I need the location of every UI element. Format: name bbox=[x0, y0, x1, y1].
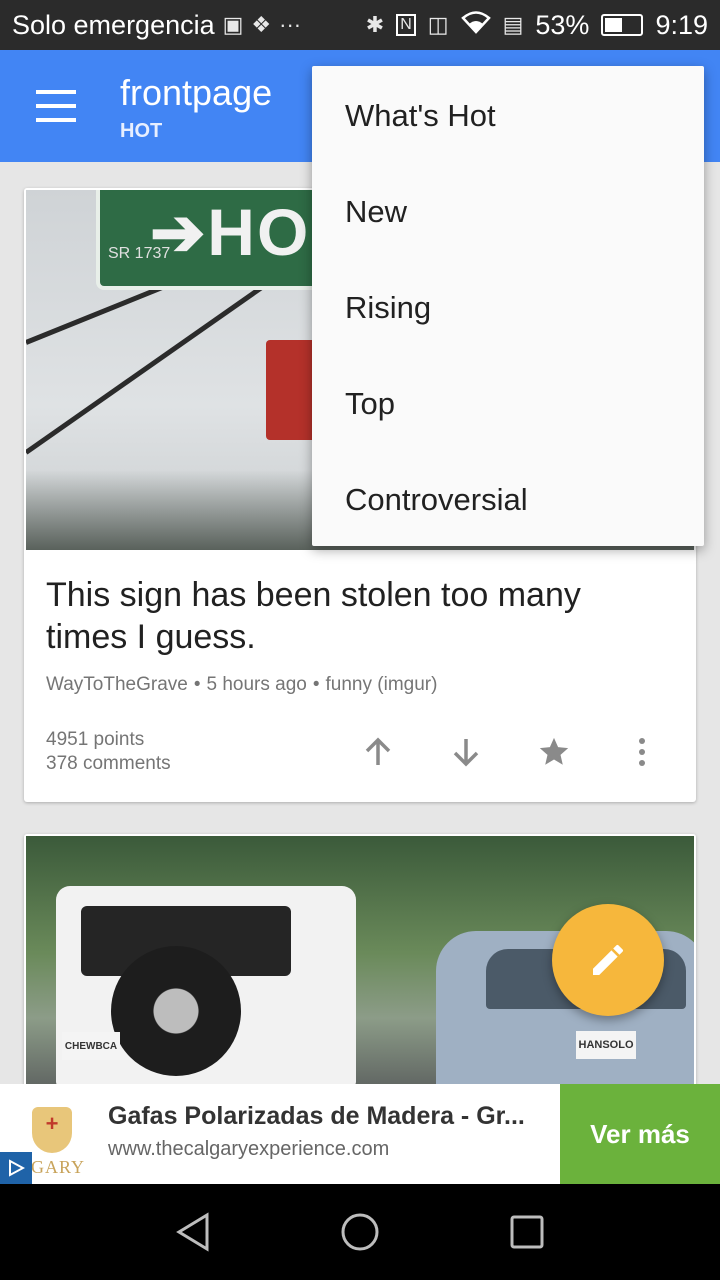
ad-choices-icon[interactable] bbox=[0, 1152, 32, 1184]
sort-option-new[interactable]: New bbox=[312, 164, 704, 260]
overflow-menu-icon[interactable] bbox=[618, 728, 666, 776]
sort-dropdown: What's Hot New Rising Top Controversial bbox=[312, 66, 704, 546]
ad-url[interactable]: www.thecalgaryexperience.com bbox=[108, 1138, 389, 1161]
wire bbox=[26, 278, 274, 455]
battery-icon bbox=[601, 14, 644, 36]
recents-icon[interactable] bbox=[497, 1202, 557, 1262]
post-title[interactable]: This sign has been stolen too many times… bbox=[46, 574, 666, 658]
spare-tire bbox=[111, 946, 241, 1076]
status-left: Solo emergencia ▣ ❖ ··· bbox=[12, 10, 366, 41]
ad-banner[interactable]: LGARY Gafas Polarizadas de Madera - Gr..… bbox=[0, 1084, 720, 1184]
sign-subtext: SR 1737 bbox=[108, 245, 171, 262]
clock: 9:19 bbox=[655, 9, 708, 40]
post-time: 5 hours ago bbox=[206, 674, 307, 695]
post-actions bbox=[354, 728, 666, 776]
jeep: CHEWBCA bbox=[56, 886, 356, 1086]
compose-fab[interactable] bbox=[552, 904, 664, 1016]
post-meta: WayToTheGrave • 5 hours ago • funny (imgur) bbox=[46, 674, 438, 695]
home-icon[interactable] bbox=[330, 1202, 390, 1262]
vibrate-icon: ◫ bbox=[427, 12, 449, 37]
navigation-bar bbox=[0, 1184, 720, 1280]
upvote-icon[interactable] bbox=[354, 728, 402, 776]
game-controller-icon: ❖ bbox=[251, 12, 272, 37]
more-notifications-icon: ··· bbox=[279, 12, 302, 37]
screen: Solo emergencia ▣ ❖ ··· ✱ N ◫ ▤ 53% 9:19… bbox=[0, 0, 720, 1280]
battery-fill bbox=[605, 18, 622, 32]
ad-title[interactable]: Gafas Polarizadas de Madera - Gr... bbox=[108, 1102, 552, 1131]
downvote-icon[interactable] bbox=[442, 728, 490, 776]
status-bar: Solo emergencia ▣ ❖ ··· ✱ N ◫ ▤ 53% 9:19 bbox=[0, 0, 720, 50]
post-stats: 4951 points 378 comments bbox=[46, 728, 171, 776]
subreddit-title[interactable]: frontpage bbox=[120, 72, 272, 114]
sort-subtitle: HOT bbox=[120, 120, 163, 142]
sort-option-rising[interactable]: Rising bbox=[312, 260, 704, 356]
post-points: 4951 points bbox=[46, 729, 145, 750]
pencil-icon bbox=[593, 944, 623, 975]
carrier-label: Solo emergencia bbox=[12, 9, 215, 40]
post-author[interactable]: WayToTheGrave bbox=[46, 674, 188, 695]
license-plate: HANSOLO bbox=[576, 1031, 636, 1059]
license-plate: CHEWBCA bbox=[62, 1032, 120, 1060]
crest-icon bbox=[32, 1107, 72, 1153]
ad-cta-button[interactable]: Ver más bbox=[560, 1084, 720, 1184]
star-icon[interactable] bbox=[530, 728, 578, 776]
nfc-icon: N bbox=[396, 14, 416, 36]
sim-icon: ▤ bbox=[502, 12, 524, 37]
back-icon[interactable] bbox=[163, 1202, 223, 1262]
sort-option-top[interactable]: Top bbox=[312, 356, 704, 452]
post-source[interactable]: funny (imgur) bbox=[326, 674, 438, 695]
wifi-icon bbox=[460, 10, 491, 41]
bluetooth-icon: ✱ bbox=[365, 12, 385, 37]
sort-option-whats-hot[interactable]: What's Hot bbox=[312, 68, 704, 164]
sort-option-controversial[interactable]: Controversial bbox=[312, 452, 704, 548]
notification-app-icon: ▣ bbox=[222, 12, 244, 37]
post-comments[interactable]: 378 comments bbox=[46, 752, 171, 776]
hamburger-menu-icon[interactable] bbox=[36, 90, 76, 122]
status-right: ✱ N ◫ ▤ 53% 9:19 bbox=[366, 10, 708, 41]
battery-percent: 53% bbox=[535, 9, 590, 40]
